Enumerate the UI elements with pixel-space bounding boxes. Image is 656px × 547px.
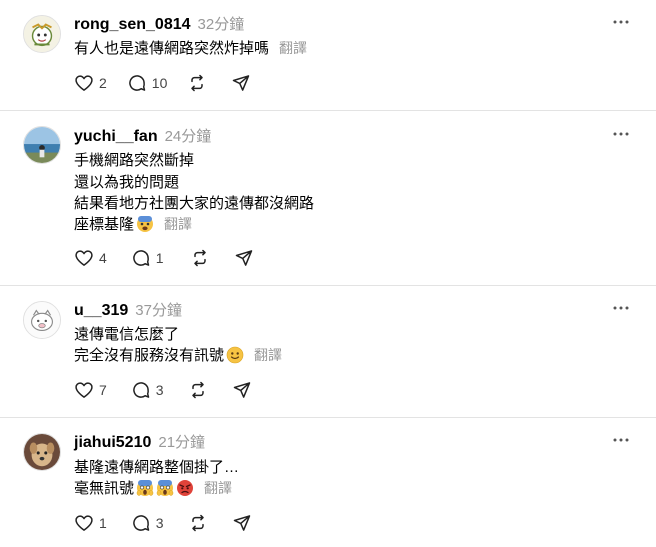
post-text: 基隆遠傳網路整個掛了… [74, 459, 240, 476]
comment-icon [133, 515, 150, 531]
reply-count: 3 [155, 382, 164, 398]
drawing-avatar-icon [24, 16, 60, 52]
angry-face-icon [176, 479, 194, 497]
slightly-smiling-face-icon [226, 346, 244, 364]
share-button[interactable] [232, 379, 252, 401]
reply-count: 3 [155, 515, 164, 531]
post-text: 有人也是遠傳網路突然炸掉嗎 [74, 40, 270, 57]
repost-button[interactable] [190, 247, 210, 269]
post-time[interactable]: 37分鐘 [135, 299, 182, 320]
repost-icon [191, 381, 204, 399]
repost-icon [191, 74, 204, 92]
share-button[interactable] [231, 72, 251, 94]
translate-link[interactable]: 翻譯 [164, 214, 192, 234]
post-text-line: 遠傳電信怎麼了 [74, 323, 179, 344]
post-text: 結果看地方社團大家的遠傳都沒網路 [74, 195, 315, 212]
like-count: 7 [99, 382, 107, 398]
dog-photo-avatar-icon [24, 434, 60, 470]
post-text-line: 基隆遠傳網路整個掛了… [74, 456, 239, 477]
comment-icon [129, 75, 146, 91]
more-options-icon[interactable] [611, 300, 631, 316]
more-options-icon[interactable] [611, 432, 631, 448]
post-text-line: 還以為我的問題 [74, 171, 179, 192]
post-text-line: 有人也是遠傳網路突然炸掉嗎 翻譯 [74, 37, 307, 58]
username[interactable]: yuchi__fan [74, 128, 158, 146]
post-text-line: 完全沒有服務沒有訊號 翻譯 [74, 344, 282, 365]
repost-button[interactable] [188, 512, 208, 534]
avatar[interactable] [23, 126, 61, 164]
post-time[interactable]: 24分鐘 [165, 125, 212, 146]
like-button[interactable]: 7 [74, 379, 107, 401]
like-button[interactable]: 4 [74, 247, 107, 269]
reply-button[interactable]: 1 [131, 247, 164, 269]
translate-link[interactable]: 翻譯 [279, 38, 307, 58]
thread-post: jiahui5210 21分鐘 基隆遠傳網路整個掛了… 毫無訊號 翻譯 1 3 [0, 418, 656, 547]
send-icon [233, 515, 250, 531]
translate-link[interactable]: 翻譯 [254, 345, 282, 365]
repost-button[interactable] [188, 379, 208, 401]
post-text-line: 手機網路突然斷掉 [74, 149, 194, 170]
heart-icon [75, 250, 93, 266]
like-count: 2 [99, 75, 107, 91]
post-text: 座標基隆 [74, 216, 135, 233]
share-button[interactable] [232, 512, 252, 534]
like-button[interactable]: 2 [74, 72, 107, 94]
avatar[interactable] [23, 15, 61, 53]
thread-post: yuchi__fan 24分鐘 手機網路突然斷掉 還以為我的問題 結果看地方社團… [0, 111, 656, 285]
fearful-face-icon [136, 215, 154, 233]
share-button[interactable] [234, 247, 254, 269]
send-icon [233, 382, 250, 398]
like-count: 4 [99, 250, 107, 266]
post-header: rong_sen_0814 32分鐘 [74, 13, 244, 34]
more-options-icon[interactable] [611, 14, 631, 30]
post-actions: 1 3 [74, 512, 252, 534]
like-button[interactable]: 1 [74, 512, 107, 534]
heart-icon [75, 515, 93, 531]
ocean-photo-avatar-icon [24, 127, 60, 163]
post-header: u__319 37分鐘 [74, 299, 182, 320]
cartoon-pig-avatar-icon [24, 302, 60, 338]
screaming-face-icon [136, 479, 154, 497]
post-text-line: 結果看地方社團大家的遠傳都沒網路 [74, 192, 314, 213]
post-header: jiahui5210 21分鐘 [74, 431, 205, 452]
reply-button[interactable]: 3 [131, 379, 164, 401]
post-text: 毫無訊號 [74, 480, 135, 497]
thread-post: u__319 37分鐘 遠傳電信怎麼了 完全沒有服務沒有訊號 翻譯 7 3 [0, 286, 656, 417]
repost-icon [193, 249, 206, 267]
username[interactable]: jiahui5210 [74, 434, 151, 452]
reply-button[interactable]: 10 [127, 72, 168, 94]
heart-icon [75, 382, 93, 398]
username[interactable]: rong_sen_0814 [74, 16, 191, 34]
comment-icon [133, 250, 150, 266]
post-text-line: 毫無訊號 翻譯 [74, 477, 232, 498]
post-actions: 7 3 [74, 379, 252, 401]
reply-count: 1 [155, 250, 164, 266]
like-count: 1 [99, 515, 107, 531]
post-actions: 4 1 [74, 247, 254, 269]
post-actions: 2 10 [74, 72, 251, 94]
post-text-line: 座標基隆 翻譯 [74, 213, 192, 234]
post-text: 還以為我的問題 [74, 174, 180, 191]
username[interactable]: u__319 [74, 302, 128, 320]
avatar[interactable] [23, 301, 61, 339]
post-header: yuchi__fan 24分鐘 [74, 125, 211, 146]
thread-post: rong_sen_0814 32分鐘 有人也是遠傳網路突然炸掉嗎 翻譯 2 10 [0, 0, 656, 110]
reply-count: 10 [151, 75, 168, 91]
send-icon [235, 250, 252, 266]
screaming-face-icon [156, 479, 174, 497]
post-time[interactable]: 32分鐘 [198, 13, 245, 34]
translate-link[interactable]: 翻譯 [204, 478, 232, 498]
comment-icon [133, 382, 150, 398]
repost-icon [191, 514, 204, 532]
post-time[interactable]: 21分鐘 [158, 431, 205, 452]
post-text: 遠傳電信怎麼了 [74, 326, 180, 343]
send-icon [233, 75, 250, 91]
post-text: 手機網路突然斷掉 [74, 152, 195, 169]
avatar[interactable] [23, 433, 61, 471]
heart-icon [75, 75, 93, 91]
more-options-icon[interactable] [611, 126, 631, 142]
post-text: 完全沒有服務沒有訊號 [74, 347, 225, 364]
reply-button[interactable]: 3 [131, 512, 164, 534]
repost-button[interactable] [187, 72, 207, 94]
